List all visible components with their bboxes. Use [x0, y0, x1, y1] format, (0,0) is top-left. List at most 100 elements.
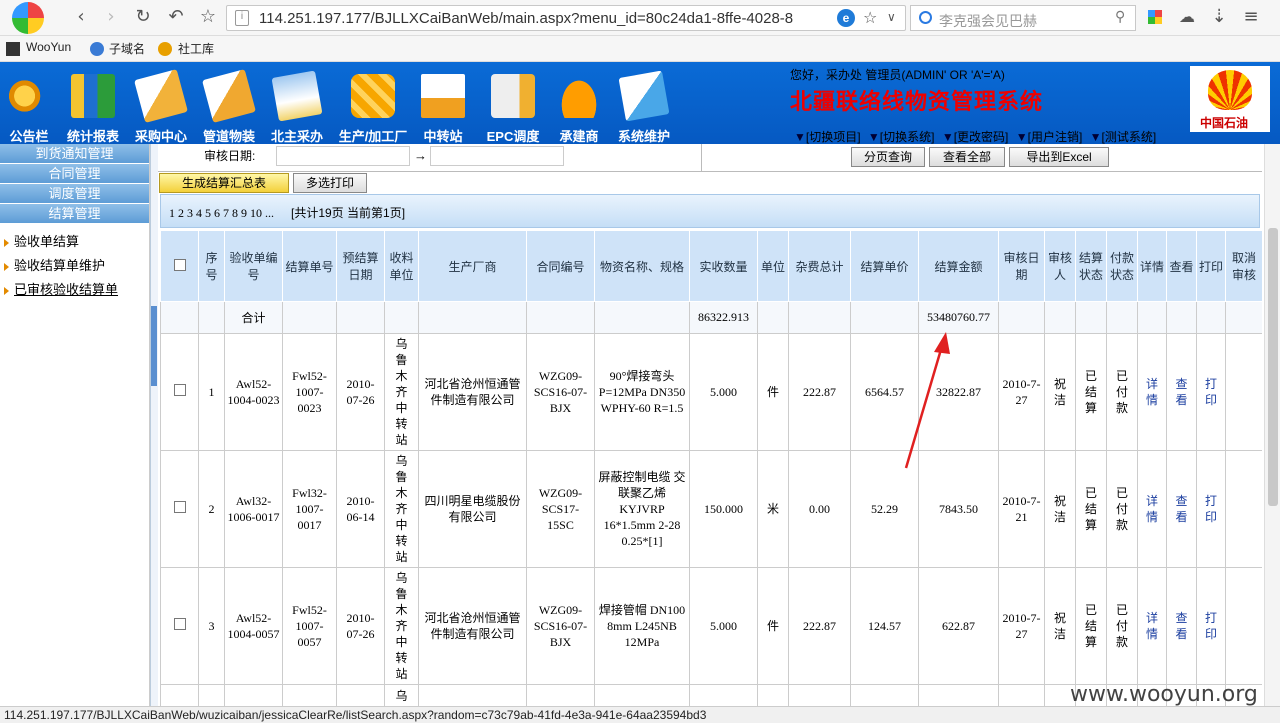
collapse-handle[interactable]: [151, 306, 157, 386]
generate-summary-button[interactable]: 生成结算汇总表: [159, 173, 289, 193]
row-select-cell[interactable]: [160, 567, 199, 685]
row-checkbox[interactable]: [173, 618, 186, 630]
col-header: 结算单号: [282, 230, 337, 302]
link-switch-system[interactable]: [切换系统]: [880, 130, 935, 144]
pay-status: 已付款: [1106, 567, 1138, 685]
download-icon[interactable]: ⇣: [1208, 6, 1230, 28]
settle-amount: 622.87: [918, 567, 999, 685]
bookmark-wooyun[interactable]: WooYun: [26, 40, 71, 54]
link-change-password[interactable]: [更改密码]: [954, 130, 1009, 144]
multi-print-button[interactable]: 多选打印: [293, 173, 367, 193]
search-box[interactable]: 李克强会见巴赫 ⚲: [910, 5, 1136, 31]
paged-query-button[interactable]: 分页查询: [851, 147, 925, 167]
bookmark-subdomain[interactable]: 子域名: [109, 40, 145, 57]
col-header: 结算单价: [850, 230, 919, 302]
ie-compat-icon[interactable]: e: [837, 9, 855, 27]
vertical-scrollbar[interactable]: [1264, 144, 1280, 706]
menu-reports[interactable]: 统计报表: [66, 62, 120, 144]
megaphone-icon: [7, 74, 51, 118]
sidebar-item-receipt-settlement[interactable]: 验收单结算: [0, 230, 149, 254]
link-switch-project[interactable]: [切换项目]: [806, 130, 861, 144]
auditor: 祝洁: [1044, 567, 1076, 685]
settle-no: Fwl32-1007-0017: [282, 450, 337, 568]
detail-link[interactable]: 详情: [1137, 450, 1167, 568]
link-logout[interactable]: [用户注销]: [1028, 130, 1083, 144]
forward-icon[interactable]: ›: [100, 6, 122, 28]
select-all-checkbox[interactable]: [173, 258, 186, 271]
pay-status: 已付款: [1106, 450, 1138, 568]
sidebar-head-contract[interactable]: 合同管理: [0, 164, 149, 184]
view-link[interactable]: 查看: [1166, 567, 1197, 685]
menu-bulletin[interactable]: 公告栏: [4, 62, 54, 144]
menu-purchase-center[interactable]: 采购中心: [134, 62, 188, 144]
menu-factory[interactable]: 生产/加工厂: [336, 62, 410, 144]
print-link[interactable]: 打印: [1196, 567, 1226, 685]
row-select-cell[interactable]: [160, 333, 199, 451]
view-all-button[interactable]: 查看全部: [929, 147, 1005, 167]
menu-contractor[interactable]: 承建商: [556, 62, 602, 144]
pay-status: 已付款: [1106, 333, 1138, 451]
page-links[interactable]: 1 2 3 4 5 6 7 8 9 10 ...: [169, 206, 274, 220]
sidebar-head-dispatch[interactable]: 调度管理: [0, 184, 149, 204]
audit-date-from[interactable]: [276, 146, 410, 166]
system-title: 北疆联络线物资管理系统: [790, 90, 1044, 115]
sidebar-head-arrival[interactable]: 到货通知管理: [0, 144, 149, 164]
sidebar-item-audited-settlement[interactable]: 已审核验收结算单: [0, 278, 149, 302]
row-checkbox[interactable]: [173, 384, 186, 396]
page-info-icon[interactable]: i: [235, 10, 249, 26]
bookmark-star-icon[interactable]: ☆: [863, 8, 877, 27]
pre-settle-date: 2010-07-26: [336, 567, 385, 685]
back-icon[interactable]: ‹: [70, 6, 92, 28]
link-test-system[interactable]: [测试系统]: [1102, 130, 1157, 144]
dropdown-icon[interactable]: ∨: [887, 10, 896, 24]
cancel-audit-cell: [1225, 333, 1262, 451]
partial-cell: [282, 684, 337, 706]
received-qty: 150.000: [689, 450, 758, 568]
settings-box-icon: [618, 70, 670, 122]
partial-cell: [918, 684, 999, 706]
star-icon[interactable]: ☆: [197, 6, 219, 28]
view-link[interactable]: 查看: [1166, 333, 1197, 451]
sidebar-item-settlement-maintenance[interactable]: 验收结算单维护: [0, 254, 149, 278]
manufacturer: 河北省沧州恒通管件制造有限公司: [418, 567, 527, 685]
menu-transfer-station[interactable]: 中转站: [420, 62, 466, 144]
menu-north-purchase[interactable]: 北主采办: [270, 62, 324, 144]
menu-icon[interactable]: ≡: [1240, 6, 1262, 28]
col-header: 验收单编号: [224, 230, 283, 302]
detail-link[interactable]: 详情: [1137, 333, 1167, 451]
sidebar-splitter[interactable]: [150, 144, 158, 706]
export-excel-button[interactable]: 导出到Excel: [1009, 147, 1109, 167]
annotation-arrow: [904, 332, 950, 469]
address-bar[interactable]: i 114.251.197.177/BJLLXCaiBanWeb/main.as…: [226, 5, 906, 31]
partial-cell: [418, 684, 527, 706]
sidebar-head-settlement[interactable]: 结算管理: [0, 204, 149, 224]
receipt-no: Awl52-1004-0057: [224, 567, 283, 685]
browser-logo-icon[interactable]: [12, 2, 44, 34]
status-bar: 114.251.197.177/BJLLXCaiBanWeb/wuzicaiba…: [0, 706, 1280, 723]
view-link[interactable]: 查看: [1166, 450, 1197, 568]
bookmark-sgk[interactable]: 社工库: [178, 40, 214, 57]
search-input[interactable]: 李克强会见巴赫: [939, 11, 1037, 31]
pre-settle-date: 2010-07-26: [336, 333, 385, 451]
row-checkbox[interactable]: [173, 501, 186, 513]
report-books-icon: [71, 74, 115, 118]
undo-icon[interactable]: ↶: [165, 6, 187, 28]
total-qty: 86322.913: [689, 301, 758, 334]
search-submit-icon[interactable]: ⚲: [1115, 9, 1125, 25]
print-link[interactable]: 打印: [1196, 333, 1226, 451]
audit-date-to[interactable]: [430, 146, 564, 166]
menu-pipe-materials[interactable]: 管道物装: [202, 62, 256, 144]
detail-link[interactable]: 详情: [1137, 567, 1167, 685]
box-icon: [202, 69, 256, 123]
apps-icon[interactable]: [1148, 10, 1162, 24]
select-all-header[interactable]: [160, 230, 199, 302]
subdomain-icon: [90, 42, 104, 56]
envelope-icon: [134, 69, 188, 123]
menu-epc-dispatch[interactable]: EPC调度: [486, 62, 540, 144]
reload-icon[interactable]: ↻: [132, 6, 154, 28]
menu-system-maintenance[interactable]: 系统维护: [616, 62, 672, 144]
cloud-icon[interactable]: ☁: [1176, 6, 1198, 28]
print-link[interactable]: 打印: [1196, 450, 1226, 568]
scrollbar-thumb[interactable]: [1268, 228, 1278, 506]
row-select-cell[interactable]: [160, 450, 199, 568]
